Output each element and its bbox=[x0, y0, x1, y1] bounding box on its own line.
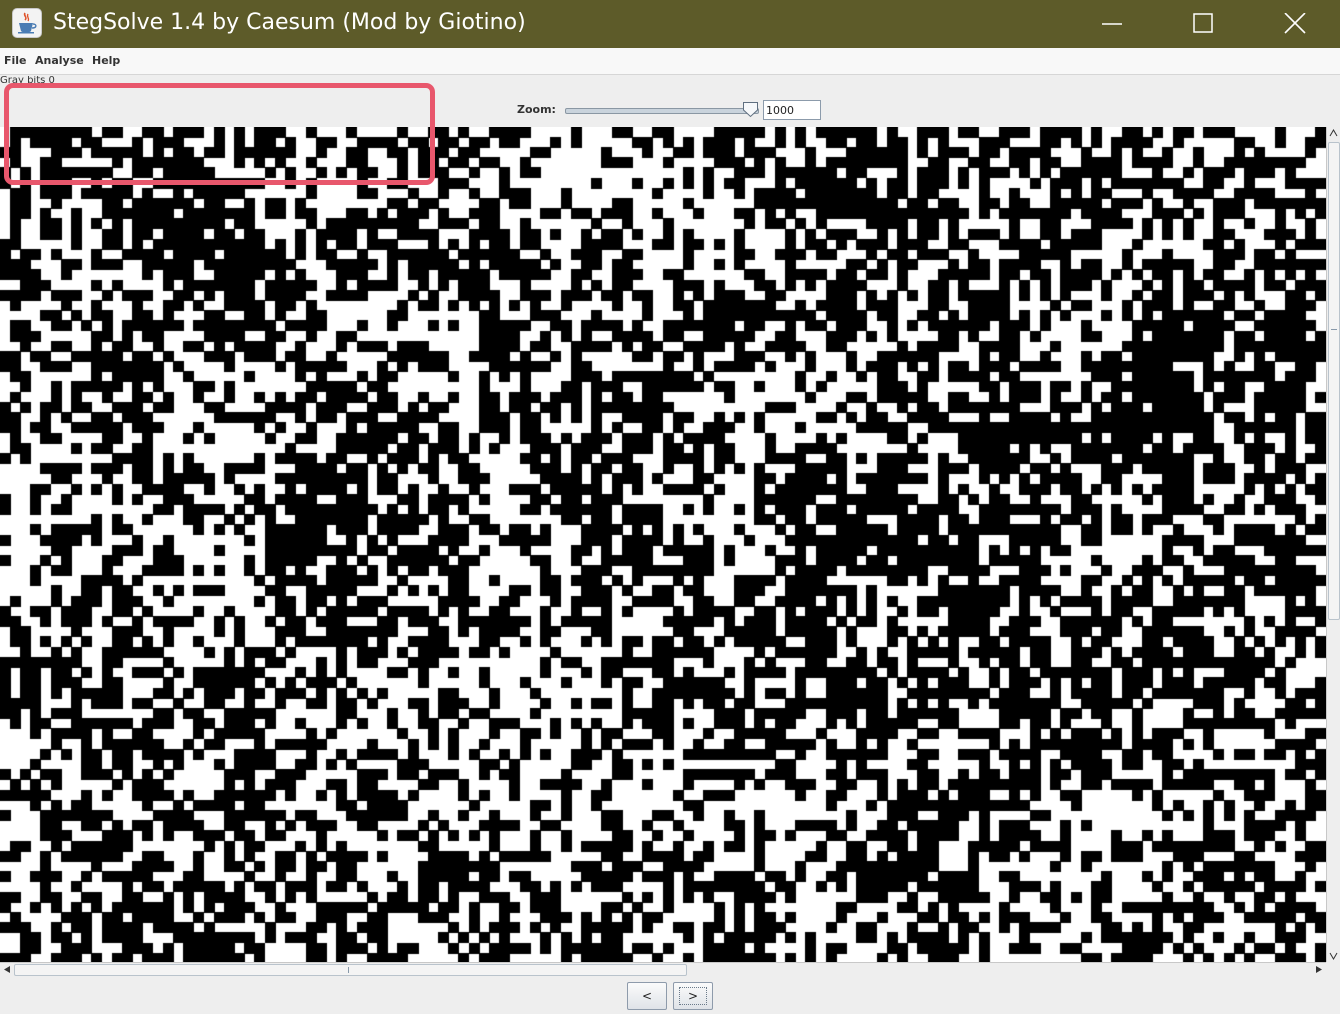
image-viewport[interactable] bbox=[0, 127, 1326, 962]
scroll-right-arrow-icon[interactable] bbox=[1315, 965, 1323, 974]
previous-label: < bbox=[641, 989, 653, 1003]
close-icon bbox=[1284, 13, 1306, 34]
vertical-grip bbox=[1331, 329, 1337, 330]
menu-help[interactable]: Help bbox=[92, 54, 120, 67]
zoom-slider-thumb[interactable] bbox=[742, 101, 759, 118]
vertical-scroll-thumb[interactable] bbox=[1328, 142, 1340, 620]
zoom-slider-track[interactable] bbox=[565, 108, 759, 114]
navigation-bar: < > bbox=[0, 976, 1340, 1014]
scroll-down-arrow-icon[interactable] bbox=[1329, 952, 1338, 960]
window-title: StegSolve 1.4 by Caesum (Mod by Giotino) bbox=[53, 10, 526, 35]
focus-ring bbox=[679, 987, 707, 1005]
horizontal-scrollbar[interactable] bbox=[0, 962, 1326, 976]
minimize-button[interactable] bbox=[1066, 0, 1158, 48]
menu-bar: File Analyse Help bbox=[0, 48, 1340, 75]
minimize-icon bbox=[1102, 23, 1122, 25]
previous-plane-button[interactable]: < bbox=[627, 982, 667, 1010]
next-plane-button[interactable]: > bbox=[673, 982, 713, 1010]
scroll-corner bbox=[1326, 962, 1340, 976]
tool-panel: Gray bits 0 Zoom: bbox=[0, 75, 1340, 126]
zoom-label: Zoom: bbox=[517, 103, 556, 116]
java-coffee-icon[interactable] bbox=[12, 8, 42, 38]
menu-file[interactable]: File bbox=[4, 54, 27, 67]
horizontal-scroll-thumb[interactable] bbox=[14, 964, 687, 976]
plane-status-label: Gray bits 0 bbox=[0, 76, 55, 83]
title-bar: StegSolve 1.4 by Caesum (Mod by Giotino) bbox=[0, 0, 1340, 48]
zoom-value-input[interactable] bbox=[763, 100, 821, 120]
scroll-up-arrow-icon[interactable] bbox=[1329, 129, 1338, 137]
maximize-button[interactable] bbox=[1157, 0, 1249, 48]
horizontal-grip bbox=[348, 967, 349, 973]
menu-analyse[interactable]: Analyse bbox=[35, 54, 84, 67]
bit-plane-image bbox=[0, 127, 1326, 962]
scroll-left-arrow-icon[interactable] bbox=[3, 965, 11, 974]
maximize-icon bbox=[1193, 13, 1213, 33]
close-button[interactable] bbox=[1249, 0, 1340, 48]
vertical-scrollbar[interactable] bbox=[1326, 127, 1340, 962]
